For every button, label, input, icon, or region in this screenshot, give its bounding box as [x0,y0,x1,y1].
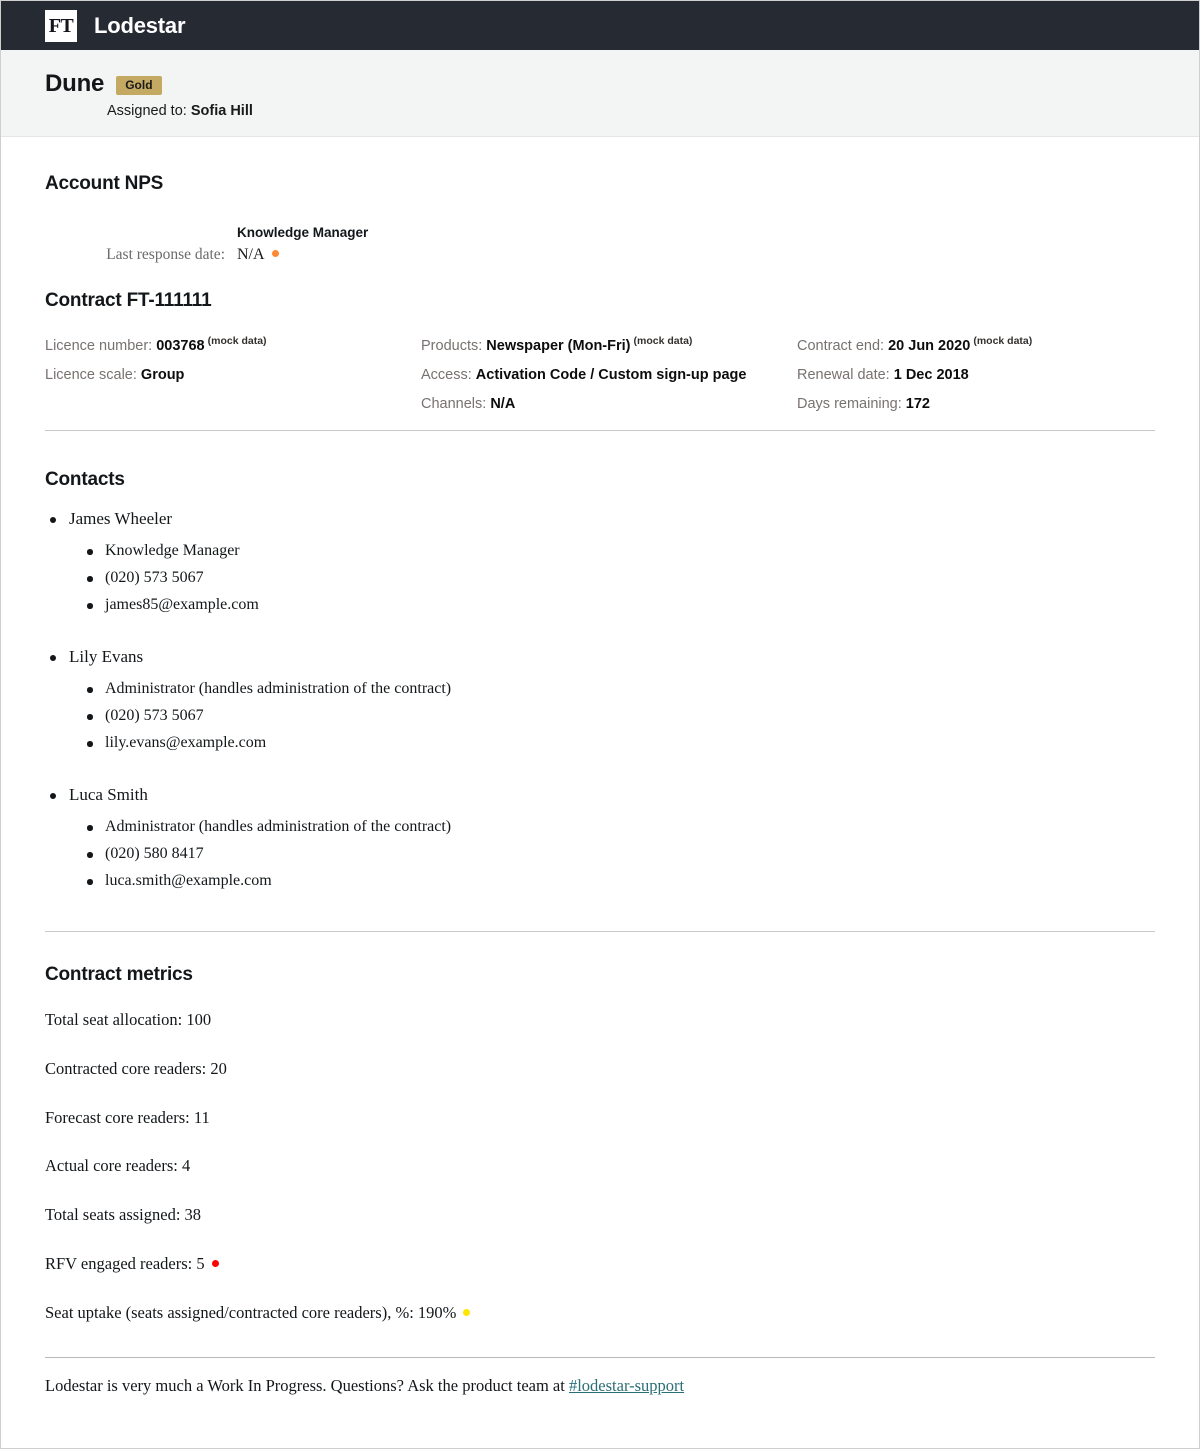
contract-detail-value: 172 [905,396,930,412]
contract-metric-text: Actual core readers: 4 [45,1156,191,1176]
contact-name: Luca Smith [45,785,1155,805]
contacts-heading: Contacts [45,469,125,490]
contract-detail-value: Newspaper (Mon-Fri) [486,338,631,354]
contract-detail-value: Activation Code / Custom sign-up page [475,367,747,383]
page-root: FT Lodestar Dune Gold Assigned to: Sofia… [0,0,1200,1449]
contract-metric-row: Total seat allocation: 100 [45,1010,1155,1030]
contract-detail-value: 20 Jun 2020 [888,338,971,354]
contract-metric-row: RFV engaged readers: 5 [45,1254,1155,1274]
contract-detail-grid: Licence number: 003768 (mock data) Licence… [45,335,1155,431]
contract-metric-text: Contracted core readers: 20 [45,1058,227,1078]
contact-item: James Wheeler Knowledge Manager (020) 573… [45,509,1155,619]
assigned-to-row: Assigned to: Sofia Hill [107,103,1155,119]
contract-detail-line: Access: Activation Code / Custom sign-up… [421,367,797,383]
contact-detail-list: Administrator (handles administration of… [45,676,1155,757]
metric-status-dot [211,1260,219,1268]
contract-metric-text: Total seats assigned: 38 [45,1205,202,1225]
top-navigation-bar: FT Lodestar [1,1,1199,50]
contact-item: Lily Evans Administrator (handles adminis… [45,647,1155,757]
contact-detail-item: Administrator (handles administration of… [83,676,1155,703]
contract-detail-label: Renewal date: [797,367,890,383]
contract-detail-label: Contract end: [797,338,885,354]
assigned-to-label: Assigned to: [107,103,187,119]
footer-message: Lodestar is very much a Work In Progress… [45,1375,569,1395]
contact-detail-item: (020) 573 5067 [83,565,1155,592]
contract-detail-column: Contract end: 20 Jun 2020 (mock data) Rene… [797,335,1155,412]
contact-detail-item: luca.smith@example.com [83,868,1155,895]
contact-detail-list: Administrator (handles administration of… [45,814,1155,895]
account-nps-heading: Account NPS [45,173,164,194]
contract-detail-label: Days remaining: [797,396,902,412]
contract-metric-row: Contracted core readers: 20 [45,1059,1155,1079]
contact-name: Lily Evans [45,647,1155,667]
nps-last-response-row: Last response date: N/A [45,246,1155,264]
contract-metrics-list: Total seat allocation: 100 Contracted cor… [45,1010,1155,1323]
contract-detail-label: Access: [421,367,472,383]
contract-detail-line: Days remaining: 172 [797,396,1155,412]
contract-detail-column: Products: Newspaper (Mon-Fri) (mock data)… [421,335,797,412]
contract-detail-value: 1 Dec 2018 [893,367,969,383]
footer-text: Lodestar is very much a Work In Progress… [45,1376,1155,1396]
app-title: Lodestar [94,12,186,38]
contact-detail-item: (020) 580 8417 [83,841,1155,868]
contract-detail-column: Licence number: 003768 (mock data) Licence… [45,335,421,412]
contract-detail-line: Contract end: 20 Jun 2020 (mock data) [797,335,1155,354]
contract-detail-line: Renewal date: 1 Dec 2018 [797,367,1155,383]
contract-detail-label: Licence number: [45,338,153,354]
assigned-to-name: Sofia Hill [190,103,253,119]
contract-detail-value: N/A [490,396,516,412]
contract-detail-label: Licence scale: [45,367,137,383]
nps-value-text: N/A [237,246,265,263]
contract-detail-label: Channels: [421,396,487,412]
mock-data-tag: (mock data) [633,335,693,347]
account-header-band: Dune Gold Assigned to: Sofia Hill [1,50,1199,137]
contact-detail-item: Administrator (handles administration of… [83,814,1155,841]
lodestar-support-link[interactable]: #lodestar-support [569,1376,684,1395]
mock-data-tag: (mock data) [207,335,267,347]
contract-metric-text: Total seat allocation: 100 [45,1010,212,1030]
contract-detail-line: Licence number: 003768 (mock data) [45,335,421,354]
nps-column-header: Knowledge Manager [237,225,369,240]
mock-data-tag: (mock data) [973,335,1033,347]
metric-status-dot [463,1308,471,1316]
contract-detail-label: Products: [421,338,483,354]
contract-metrics-heading: Contract metrics [45,964,193,986]
contacts-list: James Wheeler Knowledge Manager (020) 573… [45,509,1155,895]
contract-detail-line: Products: Newspaper (Mon-Fri) (mock data) [421,335,797,354]
contact-name: James Wheeler [45,509,1155,529]
contract-metric-row: Actual core readers: 4 [45,1156,1155,1176]
nps-status-dot [271,250,279,257]
contact-detail-item: james85@example.com [83,592,1155,619]
contacts-metrics-divider [45,931,1155,933]
contract-detail-value: Group [140,367,185,383]
ft-logo-icon[interactable]: FT [45,9,77,42]
footer-divider [45,1356,1155,1358]
contract-detail-value: 003768 [156,338,205,354]
account-nps-block: Knowledge Manager Last response date: N/… [45,225,1155,264]
tier-badge: Gold [116,76,162,95]
contract-detail-line: Licence scale: Group [45,367,421,383]
contract-heading: Contract FT-111111 [45,290,212,311]
contract-metric-row: Forecast core readers: 11 [45,1108,1155,1128]
contact-item: Luca Smith Administrator (handles adminis… [45,785,1155,895]
account-name: Dune [45,70,105,97]
nps-last-response-label: Last response date: [106,246,225,263]
contract-metric-row: Seat uptake (seats assigned/contracted c… [45,1303,1155,1323]
contract-metric-row: Total seats assigned: 38 [45,1205,1155,1225]
contact-detail-list: Knowledge Manager (020) 573 5067 james85@… [45,538,1155,619]
nps-last-response-value: N/A [237,246,279,264]
account-title-row: Dune Gold [45,70,1155,98]
contact-detail-item: Knowledge Manager [83,538,1155,565]
contract-detail-line: Channels: N/A [421,396,797,412]
contact-detail-item: lily.evans@example.com [83,730,1155,757]
contract-metric-text: Seat uptake (seats assigned/contracted c… [45,1302,457,1322]
contact-detail-item: (020) 573 5067 [83,703,1155,730]
contract-metric-text: Forecast core readers: 11 [45,1107,210,1127]
contract-metric-text: RFV engaged readers: 5 [45,1254,205,1274]
page-content: Account NPS Knowledge Manager Last respo… [1,173,1199,1396]
